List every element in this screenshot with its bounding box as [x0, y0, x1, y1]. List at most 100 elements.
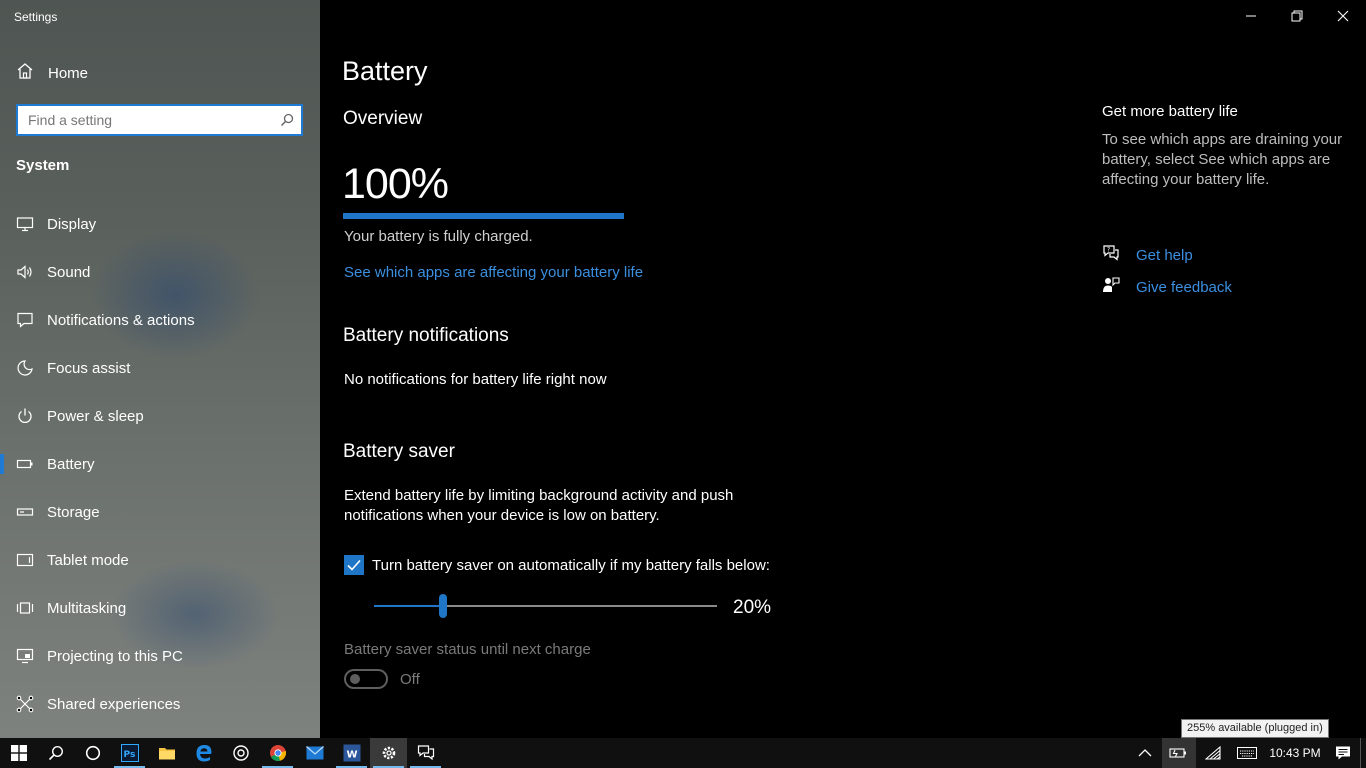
- svg-text:Ps: Ps: [123, 750, 135, 760]
- battery-saver-status-label: Battery saver status until next charge: [344, 641, 591, 658]
- start-button[interactable]: [0, 738, 37, 768]
- sidebar-item-notifications[interactable]: Notifications & actions: [0, 296, 320, 344]
- battery-level-fill: [343, 213, 624, 219]
- section-title: System: [16, 157, 70, 174]
- show-hidden-icons-button[interactable]: [1128, 738, 1162, 768]
- window-controls: [1228, 0, 1366, 32]
- photoshop-icon: Ps: [120, 744, 139, 762]
- battery-icon: [16, 455, 34, 473]
- toggle-knob: [350, 674, 360, 684]
- battery-saver-toggle[interactable]: [344, 669, 388, 689]
- auto-battery-saver-label: Turn battery saver on automatically if m…: [372, 556, 770, 574]
- get-help-link[interactable]: Get help: [1136, 247, 1193, 264]
- sidebar-item-sound[interactable]: Sound: [0, 248, 320, 296]
- feedback-hub-button[interactable]: [407, 738, 444, 768]
- windows-logo-icon: [10, 745, 27, 761]
- battery-notifications-text: No notifications for battery life right …: [344, 371, 607, 388]
- edge-button[interactable]: [185, 738, 222, 768]
- sidebar-item-label: Tablet mode: [47, 551, 129, 569]
- close-button[interactable]: [1320, 0, 1366, 32]
- page-title: Battery: [342, 56, 428, 86]
- help-chat-icon: ?: [1102, 244, 1120, 267]
- app-title: Settings: [14, 10, 58, 24]
- home-icon: [16, 62, 34, 85]
- search-button[interactable]: [37, 738, 74, 768]
- slider-thumb[interactable]: [438, 594, 447, 618]
- clock[interactable]: 10:43 PM: [1264, 746, 1326, 760]
- folder-icon: [158, 748, 175, 760]
- side-panel: Get more battery life To see which apps …: [1102, 103, 1352, 190]
- chrome-icon: [269, 745, 286, 761]
- system-tray: 10:43 PM: [1128, 738, 1366, 768]
- battery-threshold-slider[interactable]: [374, 594, 717, 618]
- minimize-button[interactable]: [1228, 0, 1274, 32]
- touch-keyboard-button[interactable]: [1230, 738, 1264, 768]
- keyboard-icon: [1237, 747, 1257, 759]
- apps-affecting-battery-link[interactable]: See which apps are affecting your batter…: [344, 264, 643, 281]
- wifi-icon: [1205, 746, 1221, 760]
- auto-battery-saver-checkbox-row[interactable]: Turn battery saver on automatically if m…: [344, 555, 770, 575]
- projector-icon: [16, 647, 34, 665]
- battery-saver-toggle-state: Off: [400, 670, 420, 688]
- feedback-person-icon: [1102, 276, 1120, 299]
- message-icon: [16, 311, 34, 329]
- word-button[interactable]: W: [333, 738, 370, 768]
- give-feedback-link-row[interactable]: Give feedback: [1102, 276, 1232, 299]
- battery-charging-icon: [1169, 748, 1186, 758]
- battery-tooltip: 255% available (plugged in): [1181, 719, 1329, 738]
- sidebar-item-display[interactable]: Display: [0, 200, 320, 248]
- multitasking-icon: [16, 599, 34, 617]
- side-panel-description: To see which apps are draining your batt…: [1102, 131, 1343, 188]
- restore-icon: [1291, 10, 1303, 22]
- gear-icon: [382, 746, 395, 760]
- battery-threshold-value: 20%: [733, 597, 772, 618]
- action-center-button[interactable]: [1326, 738, 1360, 768]
- sidebar-item-power-sleep[interactable]: Power & sleep: [0, 392, 320, 440]
- notification-icon: [1336, 746, 1350, 760]
- battery-status-text: Your battery is fully charged.: [344, 228, 533, 245]
- search-input[interactable]: [18, 106, 273, 134]
- sidebar-item-storage[interactable]: Storage: [0, 488, 320, 536]
- minimize-icon: [1246, 15, 1256, 17]
- word-icon: W: [343, 744, 360, 762]
- sidebar-item-label: Focus assist: [47, 359, 131, 377]
- search-icon[interactable]: [273, 113, 301, 127]
- svg-text:W: W: [346, 750, 357, 761]
- show-desktop-button[interactable]: [1360, 738, 1366, 768]
- sidebar-nav: Display Sound Notifications & actions Fo…: [0, 200, 320, 728]
- search-icon: [48, 745, 63, 761]
- sidebar: Settings Home System Display Sound: [0, 0, 320, 738]
- moon-icon: [16, 359, 34, 377]
- battery-saver-heading: Battery saver: [343, 441, 455, 462]
- chevron-up-icon: [1138, 749, 1152, 757]
- photoshop-button[interactable]: Ps: [111, 738, 148, 768]
- storage-icon: [16, 503, 34, 521]
- sidebar-item-multitasking[interactable]: Multitasking: [0, 584, 320, 632]
- file-explorer-button[interactable]: [148, 738, 185, 768]
- get-help-link-row[interactable]: ? Get help: [1102, 244, 1193, 267]
- auto-battery-saver-checkbox[interactable]: [344, 555, 364, 575]
- cortana-button[interactable]: [74, 738, 111, 768]
- chrome-button[interactable]: [259, 738, 296, 768]
- sidebar-item-focus-assist[interactable]: Focus assist: [0, 344, 320, 392]
- sidebar-item-battery[interactable]: Battery: [0, 440, 320, 488]
- speaker-icon: [16, 263, 34, 281]
- sidebar-item-projecting[interactable]: Projecting to this PC: [0, 632, 320, 680]
- camera-button[interactable]: [222, 738, 259, 768]
- restore-button[interactable]: [1274, 0, 1320, 32]
- mail-button[interactable]: [296, 738, 333, 768]
- search-box[interactable]: [16, 104, 303, 136]
- overview-heading: Overview: [343, 108, 423, 129]
- battery-tray-button[interactable]: [1162, 738, 1196, 768]
- give-feedback-link[interactable]: Give feedback: [1136, 279, 1232, 296]
- sidebar-item-tablet-mode[interactable]: Tablet mode: [0, 536, 320, 584]
- feedback-icon: [417, 745, 434, 761]
- close-icon: [1337, 10, 1349, 22]
- home-nav-item[interactable]: Home: [16, 62, 88, 84]
- main-content: Battery Overview 100% Your battery is fu…: [320, 0, 1366, 738]
- sidebar-item-label: Multitasking: [47, 599, 127, 617]
- settings-button[interactable]: [370, 738, 407, 768]
- network-tray-button[interactable]: [1196, 738, 1230, 768]
- sidebar-item-shared-experiences[interactable]: Shared experiences: [0, 680, 320, 728]
- sidebar-item-label: Power & sleep: [47, 407, 144, 425]
